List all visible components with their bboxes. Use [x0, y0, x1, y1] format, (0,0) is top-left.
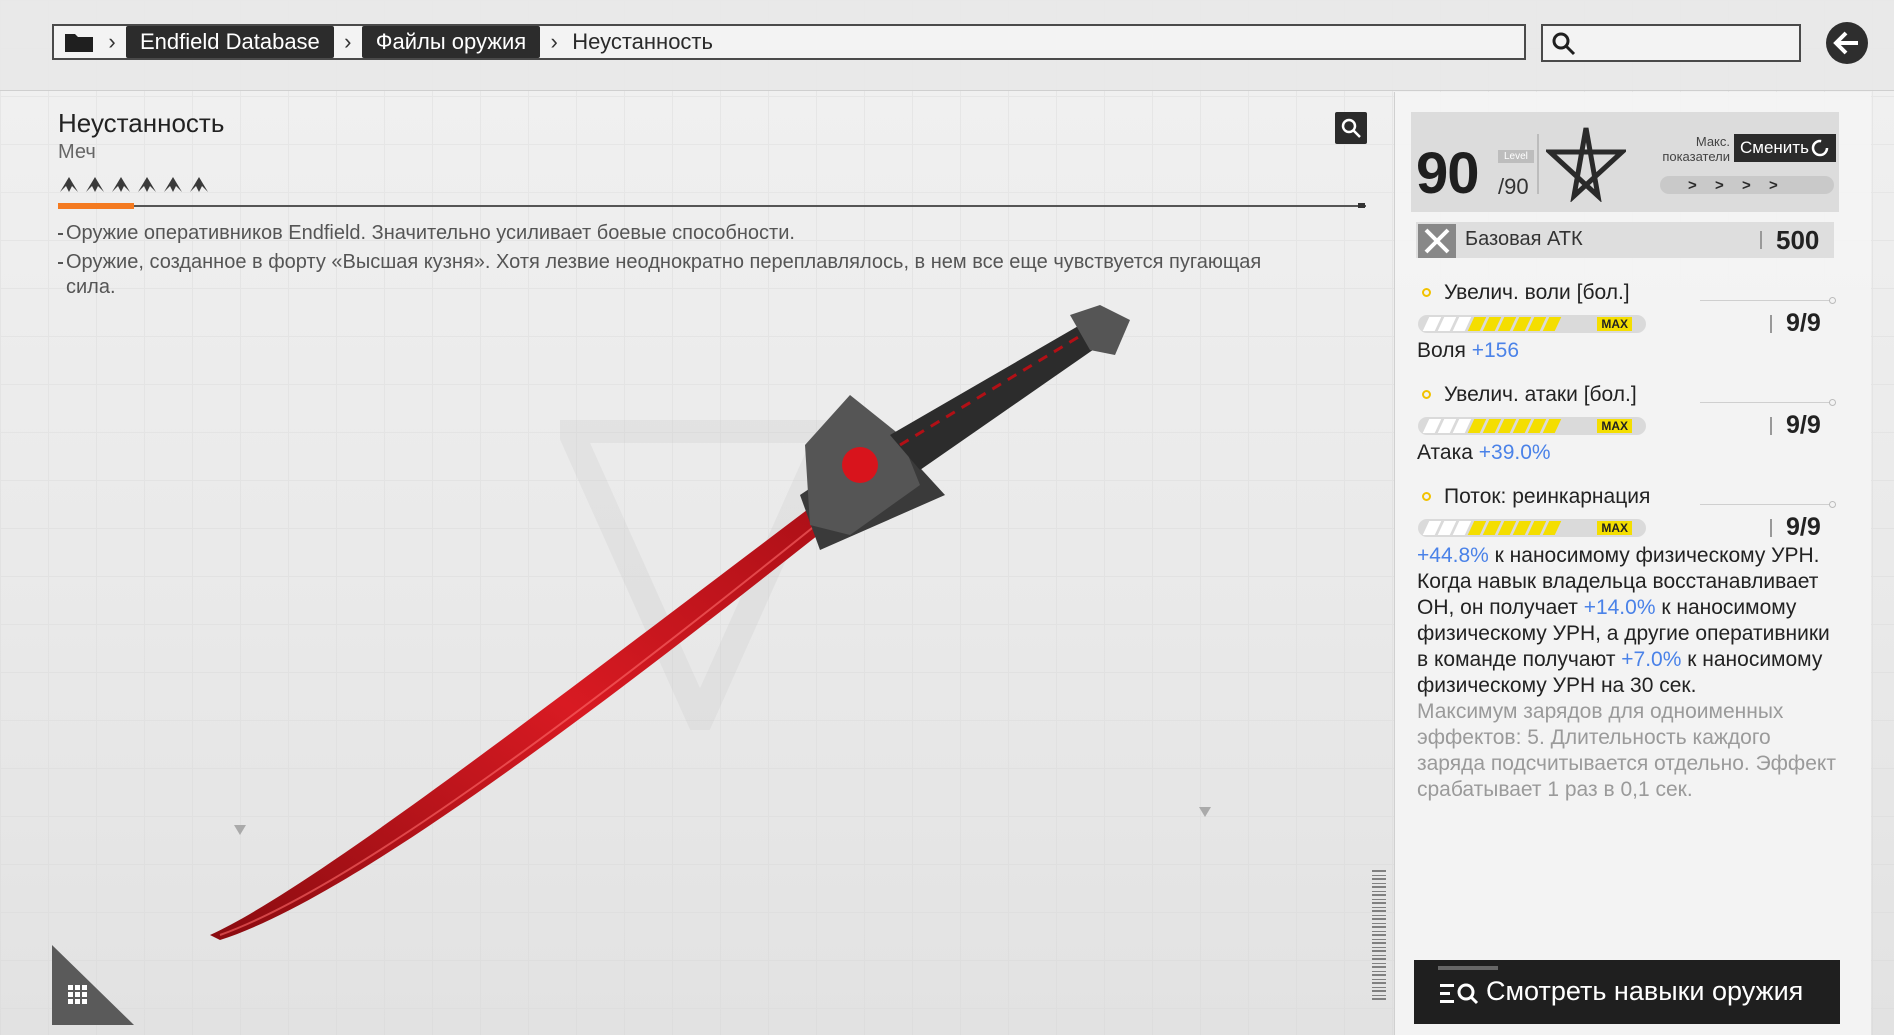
zoom-button[interactable] — [1335, 112, 1367, 144]
divider — [1770, 417, 1772, 435]
skill-1-stat-label: Воля — [1417, 339, 1466, 362]
skill-dot-icon — [1422, 492, 1431, 501]
refresh-icon — [1811, 139, 1829, 157]
back-button[interactable] — [1826, 22, 1868, 64]
divider-end — [1829, 399, 1836, 406]
chevron-right-icon: › — [344, 29, 352, 54]
skill-2-level: 9/9 — [1786, 411, 1821, 439]
breadcrumb: › Endfield Database › Файлы оружия › Неу… — [52, 24, 1526, 60]
weapon-name: Неустанность — [58, 108, 225, 138]
base-atk-label: Базовая АТК — [1465, 228, 1583, 250]
marker-triangle — [1199, 807, 1211, 817]
skill-3-value-2: +14.0% — [1583, 596, 1656, 619]
skill-3-text-1: к наносимому физическому УРН. — [1488, 544, 1820, 567]
button-notch — [1438, 966, 1498, 970]
level-segment — [1542, 317, 1562, 331]
switch-button[interactable]: Сменить — [1734, 134, 1836, 162]
skill-dot-icon — [1422, 288, 1431, 297]
divider — [1700, 402, 1830, 403]
divider-end — [1829, 501, 1836, 508]
weapon-image — [210, 305, 1130, 940]
divider — [1537, 134, 1539, 194]
breadcrumb-current: Неустанность — [572, 29, 713, 54]
rarity-star-icon — [138, 177, 156, 192]
level-value: 90 — [1416, 141, 1480, 206]
skill-3-name: Поток: реинкарнация — [1444, 485, 1651, 508]
rarity-star-icon — [86, 177, 104, 192]
divider-end — [1829, 297, 1836, 304]
crossed-swords-icon — [1418, 224, 1456, 258]
divider — [1770, 519, 1772, 537]
max-badge: MAX — [1597, 317, 1632, 331]
skill-3-note: Максимум зарядов для одноименных эффекто… — [1417, 700, 1836, 801]
rarity-star-icon — [164, 177, 182, 192]
skill-2-stat: Атака +39.0% — [1417, 441, 1551, 465]
skill-3-description: +44.8% к наносимому физическому УРН. Ког… — [1417, 543, 1837, 803]
skill-3-value-1: +44.8% — [1417, 544, 1489, 567]
skill-1-level-bar: MAX — [1418, 315, 1646, 333]
level-segment — [1542, 521, 1562, 535]
search-input[interactable] — [1541, 24, 1801, 62]
level-tag: Level — [1498, 150, 1534, 163]
switch-label: Сменить — [1740, 138, 1809, 157]
grid-icon — [52, 945, 134, 1025]
skill-1-name: Увелич. воли [бол.] — [1444, 281, 1630, 304]
skill-2-stat-value: +39.0% — [1478, 441, 1551, 464]
skill-3-level-bar: MAX — [1418, 519, 1646, 537]
divider — [1760, 231, 1762, 249]
max-stats-label: Макс. показатели — [1662, 134, 1730, 164]
divider — [1700, 300, 1830, 301]
grid-menu-button[interactable] — [52, 945, 134, 1025]
skill-2-level-bar: MAX — [1418, 417, 1646, 435]
skill-2-stat-label: Атака — [1417, 441, 1473, 464]
rarity-stars — [58, 174, 210, 196]
skill-1-stat: Воля +156 — [1417, 339, 1519, 363]
chevron-right-icon: › — [108, 29, 116, 54]
folder-icon[interactable] — [64, 31, 98, 53]
level-max: /90 — [1498, 174, 1529, 199]
weapon-type: Меч — [58, 141, 96, 163]
skill-2-name: Увелич. атаки [бол.] — [1444, 383, 1637, 406]
rarity-star-icon — [60, 177, 78, 192]
divider — [1770, 315, 1772, 333]
chevron-right-icon: › — [550, 29, 558, 54]
divider — [1700, 504, 1830, 505]
view-weapon-skills-label: Смотреть навыки оружия — [1486, 976, 1804, 1006]
base-atk-value: 500 — [1776, 225, 1820, 255]
skill-1-stat-value: +156 — [1471, 339, 1520, 362]
back-arrow-icon — [1833, 31, 1858, 55]
search-icon — [1552, 32, 1576, 56]
rarity-star-icon — [190, 177, 208, 192]
skill-3-level: 9/9 — [1786, 513, 1821, 541]
divider — [58, 205, 1366, 207]
max-badge: MAX — [1597, 521, 1632, 535]
level-segment — [1542, 419, 1562, 433]
breadcrumb-item-database[interactable]: Endfield Database — [126, 26, 334, 58]
breakthrough-bar: > > > > — [1660, 176, 1834, 194]
rarity-accent-bar — [58, 203, 134, 209]
rarity-star-icon — [112, 177, 130, 192]
max-badge: MAX — [1597, 419, 1632, 433]
zoom-icon — [1341, 118, 1361, 138]
pentagram-emblem-icon — [1546, 127, 1626, 202]
divider-end — [1358, 203, 1365, 208]
decorative-barcode — [1372, 870, 1386, 1000]
list-search-icon — [1440, 983, 1479, 1005]
skill-3-value-3: +7.0% — [1621, 648, 1682, 671]
breadcrumb-item-weapon-files[interactable]: Файлы оружия — [361, 26, 541, 58]
weapon-description-1: Оружие оперативников Endfield. Значитель… — [58, 221, 1266, 246]
view-weapon-skills-button[interactable]: Смотреть навыки оружия — [1414, 960, 1840, 1024]
weapon-description-2: Оружие, созданное в форту «Высшая кузня»… — [58, 250, 1266, 300]
skill-dot-icon — [1422, 390, 1431, 399]
skill-1-level: 9/9 — [1786, 309, 1821, 337]
